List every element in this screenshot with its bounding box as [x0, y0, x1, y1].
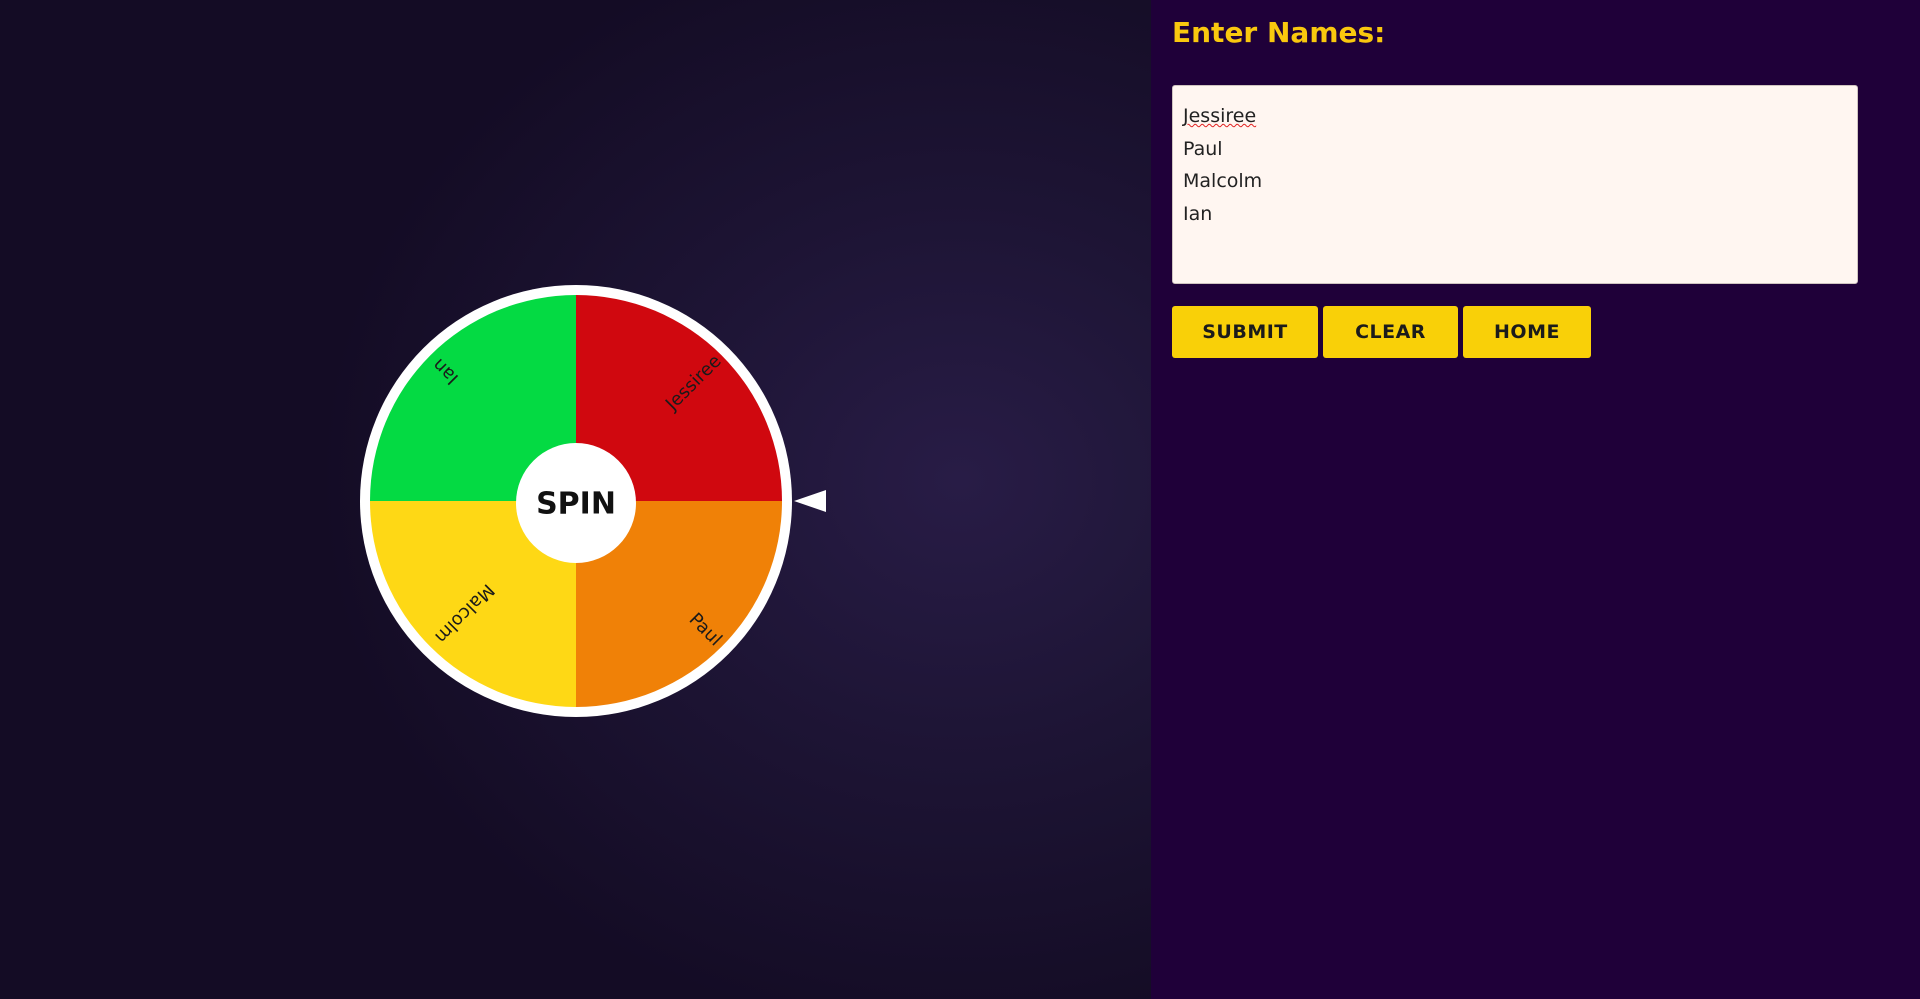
submit-button[interactable]: SUBMIT	[1172, 306, 1318, 358]
name-line: Ian	[1183, 202, 1213, 225]
name-line: Jessiree	[1183, 105, 1257, 127]
names-textarea[interactable]: Jessiree Paul Malcolm Ian	[1172, 85, 1858, 284]
wheel-pointer-icon	[794, 490, 826, 512]
names-heading: Enter Names:	[1172, 16, 1386, 49]
home-button[interactable]: HOME	[1463, 306, 1591, 358]
clear-button[interactable]: CLEAR	[1323, 306, 1458, 358]
name-line: Paul	[1183, 137, 1223, 160]
spinner-wheel[interactable]: Jessiree Paul Malcolm Ian SPIN	[360, 285, 792, 717]
spin-label: SPIN	[536, 487, 616, 522]
wheel-area: Jessiree Paul Malcolm Ian SPIN	[0, 0, 1151, 999]
name-line: Malcolm	[1183, 170, 1263, 192]
wheel-svg: Jessiree Paul Malcolm Ian SPIN	[360, 285, 792, 717]
